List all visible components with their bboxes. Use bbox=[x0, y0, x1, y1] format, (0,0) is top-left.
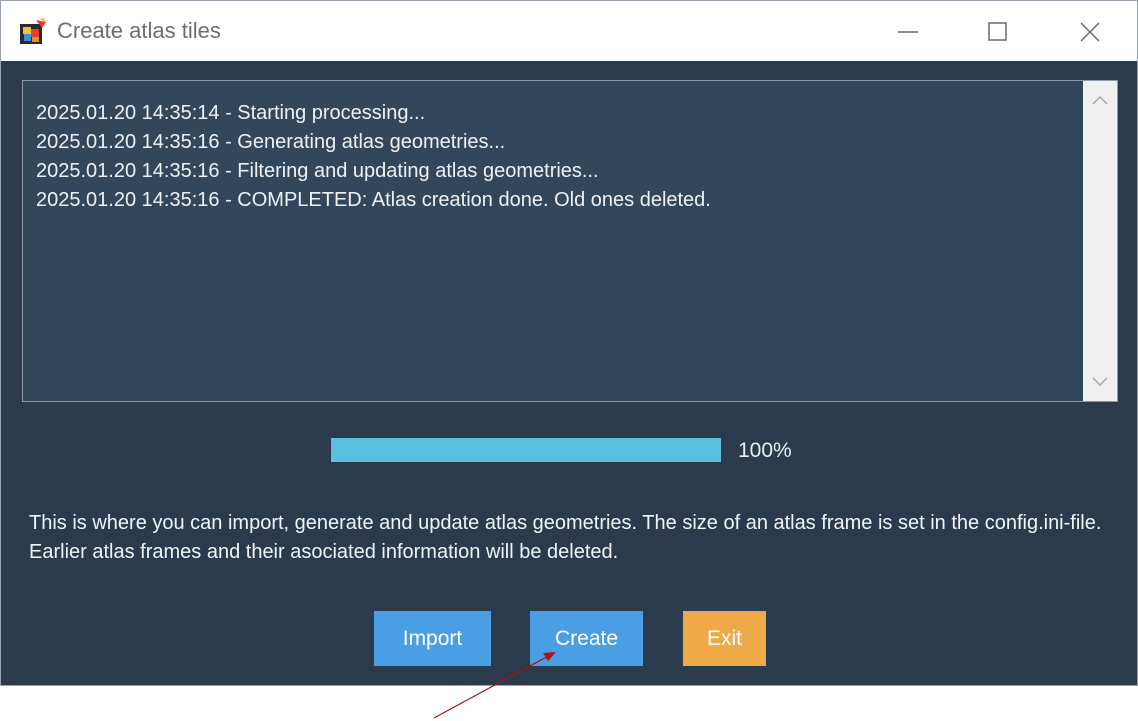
progress-fill bbox=[331, 438, 721, 462]
chevron-down-icon bbox=[1092, 377, 1108, 387]
progress-percent: 100% bbox=[738, 439, 792, 462]
close-icon bbox=[1080, 22, 1100, 42]
log-line: 2025.01.20 14:35:16 - Generating atlas g… bbox=[36, 131, 506, 153]
log-line: 2025.01.20 14:35:16 - Filtering and upda… bbox=[36, 160, 599, 182]
title-bar[interactable]: Create atlas tiles bbox=[1, 1, 1137, 61]
scroll-up-button[interactable] bbox=[1083, 85, 1117, 115]
scroll-down-button[interactable] bbox=[1083, 367, 1117, 397]
log-line: 2025.01.20 14:35:16 - COMPLETED: Atlas c… bbox=[36, 189, 711, 211]
create-button[interactable]: Create bbox=[530, 611, 643, 666]
log-scrollbar[interactable] bbox=[1083, 81, 1117, 401]
window-title: Create atlas tiles bbox=[57, 18, 221, 43]
minimize-icon bbox=[898, 31, 918, 33]
description-text: This is where you can import, generate a… bbox=[29, 512, 1102, 563]
maximize-icon bbox=[988, 22, 1007, 41]
minimize-button[interactable] bbox=[885, 11, 931, 53]
chevron-up-icon bbox=[1092, 95, 1108, 105]
log-line: 2025.01.20 14:35:14 - Starting processin… bbox=[36, 102, 426, 124]
log-output[interactable]: 2025.01.20 14:35:14 - Starting processin… bbox=[22, 80, 1118, 402]
progress-bar bbox=[331, 438, 721, 462]
exit-button[interactable]: Exit bbox=[683, 611, 766, 666]
maximize-button[interactable] bbox=[975, 11, 1021, 53]
log-lines: 2025.01.20 14:35:14 - Starting processin… bbox=[36, 99, 1077, 215]
close-button[interactable] bbox=[1067, 11, 1113, 53]
app-logo-icon bbox=[18, 18, 48, 46]
import-button[interactable]: Import bbox=[374, 611, 491, 666]
dialog-window: Create atlas tiles 2025.01.20 14:35:14 -… bbox=[0, 0, 1138, 686]
